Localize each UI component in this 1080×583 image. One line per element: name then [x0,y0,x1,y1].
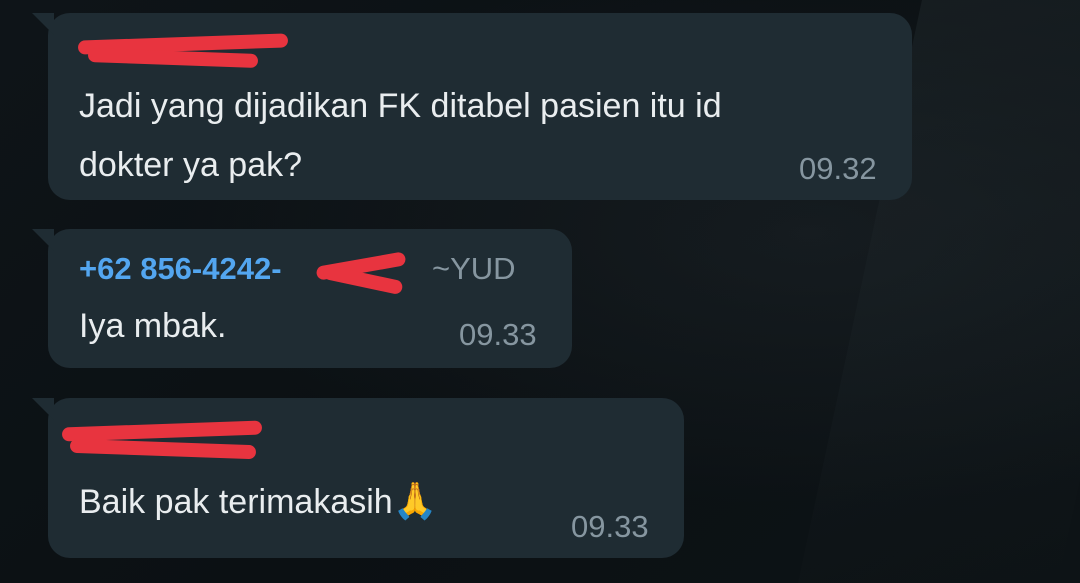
message-time: 09.32 [799,151,877,186]
redacted-sender-name [69,438,257,460]
folded-hands-emoji-icon: 🙏 [392,480,438,521]
redacted-sender-name [61,420,263,442]
message-text: Jadi yang dijadikan FK ditabel pasien it… [79,87,722,125]
message-text: dokter ya pak? [79,146,303,184]
message-time: 09.33 [571,509,649,544]
bubble-tail [32,398,54,420]
sender-display-name: ~YUD [432,251,516,286]
sender-phone-number[interactable]: +62 856-4242- [79,251,282,287]
message-text-content: Baik pak terimakasih [79,483,393,521]
redacted-sender-name [87,48,259,68]
message-bubble[interactable]: +62 856-4242- ~YUD Iya mbak. 09.33 [32,229,572,368]
bubble-tail [32,229,54,251]
message-bubble[interactable]: Jadi yang dijadikan FK ditabel pasien it… [32,13,912,200]
message-text: Iya mbak. [79,307,227,345]
bubble-tail [32,13,54,35]
message-bubble[interactable]: Baik pak terimakasih🙏 09.33 [32,398,684,558]
message-text: Baik pak terimakasih🙏 [79,476,438,527]
message-time: 09.33 [459,317,537,352]
